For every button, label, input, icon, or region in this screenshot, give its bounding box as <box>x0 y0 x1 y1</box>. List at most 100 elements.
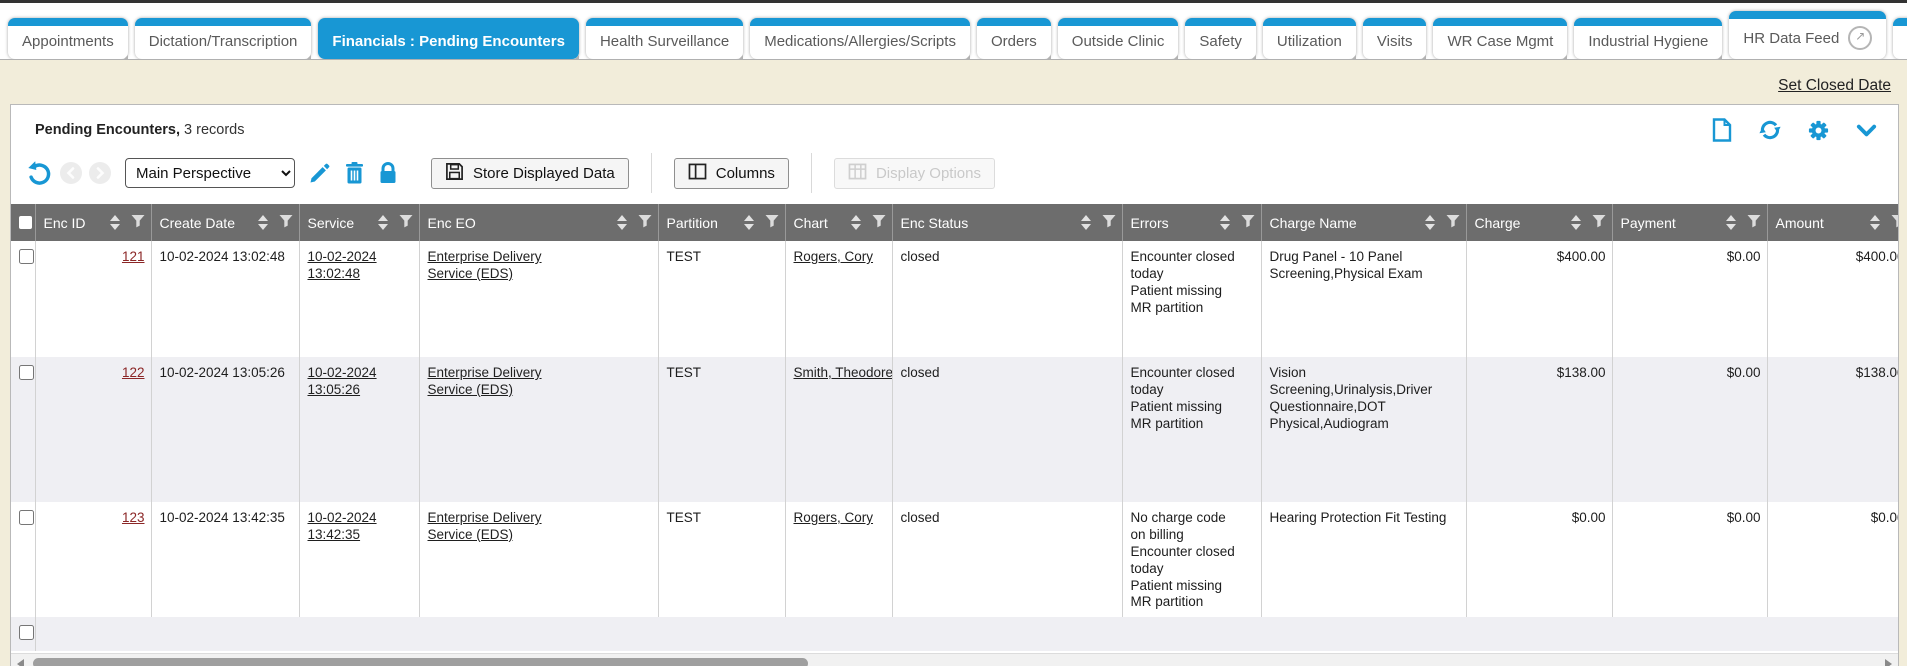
empty-bottom-row <box>11 617 1898 651</box>
tab-outside-clinic[interactable]: Outside Clinic <box>1058 18 1179 59</box>
enc-eo-link[interactable]: Enterprise Delivery Service (EDS) <box>428 249 580 283</box>
enc-eo-link[interactable]: Enterprise Delivery Service (EDS) <box>428 365 580 399</box>
tab-label: Appointments <box>22 33 114 50</box>
tab-health-surveillance[interactable]: Health Surveillance <box>586 18 743 59</box>
sort-icon[interactable] <box>258 215 268 230</box>
enc-id-link[interactable]: 123 <box>122 510 145 525</box>
tab-medications-allergies-scripts[interactable]: Medications/Allergies/Scripts <box>750 18 970 59</box>
store-displayed-data-button[interactable]: Store Displayed Data <box>431 158 629 189</box>
row-checkbox[interactable] <box>19 249 34 264</box>
sort-icon[interactable] <box>1870 215 1880 230</box>
filter-funnel-icon[interactable] <box>1241 214 1255 231</box>
column-label: Enc Status <box>901 215 969 231</box>
display-options-button: Display Options <box>834 158 995 189</box>
undo-icon[interactable] <box>27 160 53 186</box>
create_date-value: 10-02-2024 13:05:26 <box>160 365 285 380</box>
sort-icon[interactable] <box>110 215 120 230</box>
external-link-icon[interactable]: ↗ <box>1848 26 1872 50</box>
filter-funnel-icon[interactable] <box>872 214 886 231</box>
enc-id-link[interactable]: 121 <box>122 249 145 264</box>
column-header-create_date: Create Date <box>151 204 299 241</box>
tab-utilization[interactable]: Utilization <box>1263 18 1356 59</box>
sort-icon[interactable] <box>1726 215 1736 230</box>
nav-forward-icon[interactable] <box>89 162 111 184</box>
horizontal-scrollbar[interactable] <box>11 653 1898 666</box>
tab-hr-data-feed[interactable]: HR Data Feed ↗ <box>1729 11 1886 59</box>
cell-enc_id: 122 <box>35 357 151 502</box>
partition-value: TEST <box>667 510 702 525</box>
record-count: 3 records <box>184 122 244 138</box>
nav-back-icon[interactable] <box>60 162 82 184</box>
sort-icon[interactable] <box>378 215 388 230</box>
columns-button[interactable]: Columns <box>674 158 789 189</box>
tab-label: Safety <box>1199 33 1242 50</box>
filter-funnel-icon[interactable] <box>1592 214 1606 231</box>
service-link[interactable]: 10-02-2024 13:05:26 <box>308 365 412 399</box>
filter-funnel-icon[interactable] <box>638 214 652 231</box>
select-all-header <box>11 204 35 241</box>
sort-icon[interactable] <box>744 215 754 230</box>
set-closed-date-link[interactable]: Set Closed Date <box>1778 77 1891 94</box>
perspective-select[interactable]: Main Perspective <box>125 158 295 188</box>
error-text: Patient missing MR partition <box>1131 283 1237 317</box>
filter-funnel-icon[interactable] <box>1747 214 1761 231</box>
enc-id-link[interactable]: 122 <box>122 365 145 380</box>
filter-funnel-icon[interactable] <box>765 214 779 231</box>
service-link[interactable]: 10-02-2024 13:42:35 <box>308 510 412 544</box>
cell-service: 10-02-2024 13:05:26 <box>299 357 419 502</box>
filter-funnel-icon[interactable] <box>1891 214 1899 231</box>
error-text: Patient missing MR partition <box>1131 399 1237 433</box>
column-label: Service <box>308 215 355 231</box>
select-all-checkbox[interactable] <box>19 216 32 229</box>
column-header-payment: Payment <box>1612 204 1767 241</box>
column-header-amount: Amount <box>1767 204 1898 241</box>
filter-funnel-icon[interactable] <box>131 214 145 231</box>
refresh-icon[interactable] <box>1758 118 1782 142</box>
tab-visits[interactable]: Visits <box>1363 18 1427 59</box>
tab-industrial-hygiene[interactable]: Industrial Hygiene <box>1574 18 1722 59</box>
enc-eo-link[interactable]: Enterprise Delivery Service (EDS) <box>428 510 580 544</box>
chart-patient-link[interactable]: Smith, Theodore <box>794 365 893 380</box>
tab-financials-pending-encounters[interactable]: Financials : Pending Encounters <box>318 18 579 59</box>
tab-label: HR Data Feed <box>1743 30 1839 47</box>
sort-icon[interactable] <box>1081 215 1091 230</box>
scrollbar-thumb[interactable] <box>33 658 808 666</box>
cell-amount: $400.00 <box>1767 241 1898 357</box>
filter-funnel-icon[interactable] <box>1446 214 1460 231</box>
row-checkbox[interactable] <box>19 510 34 525</box>
cell-create_date: 10-02-2024 13:42:35 <box>151 502 299 617</box>
settings-gear-icon[interactable] <box>1806 118 1830 142</box>
chevron-down-icon[interactable] <box>1854 118 1878 142</box>
tab-safety[interactable]: Safety <box>1185 18 1256 59</box>
cell-charge: $138.00 <box>1466 357 1612 502</box>
payment-value: $0.00 <box>1727 249 1761 264</box>
scroll-right-arrow-icon[interactable] <box>1885 659 1892 666</box>
new-document-icon[interactable] <box>1710 118 1734 142</box>
chart-patient-link[interactable]: Rogers, Cory <box>794 249 874 264</box>
partition-value: TEST <box>667 365 702 380</box>
row-checkbox[interactable] <box>19 625 34 640</box>
column-label: Errors <box>1131 215 1169 231</box>
tab-wr-case-mgmt[interactable]: WR Case Mgmt <box>1433 18 1567 59</box>
tab-quality-of-care[interactable]: Quality of Care <box>1893 18 1907 59</box>
edit-pencil-icon[interactable] <box>307 160 333 186</box>
sort-icon[interactable] <box>1220 215 1230 230</box>
chart-patient-link[interactable]: Rogers, Cory <box>794 510 874 525</box>
sort-icon[interactable] <box>1425 215 1435 230</box>
tab-dictation-transcription[interactable]: Dictation/Transcription <box>135 18 312 59</box>
column-label: Charge <box>1475 215 1521 231</box>
delete-trash-icon[interactable] <box>341 160 367 186</box>
filter-funnel-icon[interactable] <box>279 214 293 231</box>
tab-appointments[interactable]: Appointments <box>8 18 128 59</box>
sort-icon[interactable] <box>617 215 627 230</box>
row-checkbox[interactable] <box>19 365 34 380</box>
scroll-left-arrow-icon[interactable] <box>17 659 24 666</box>
cell-payment: $0.00 <box>1612 241 1767 357</box>
sort-icon[interactable] <box>851 215 861 230</box>
filter-funnel-icon[interactable] <box>399 214 413 231</box>
filter-funnel-icon[interactable] <box>1102 214 1116 231</box>
sort-icon[interactable] <box>1571 215 1581 230</box>
tab-orders[interactable]: Orders <box>977 18 1051 59</box>
service-link[interactable]: 10-02-2024 13:02:48 <box>308 249 412 283</box>
lock-icon[interactable] <box>375 160 401 186</box>
